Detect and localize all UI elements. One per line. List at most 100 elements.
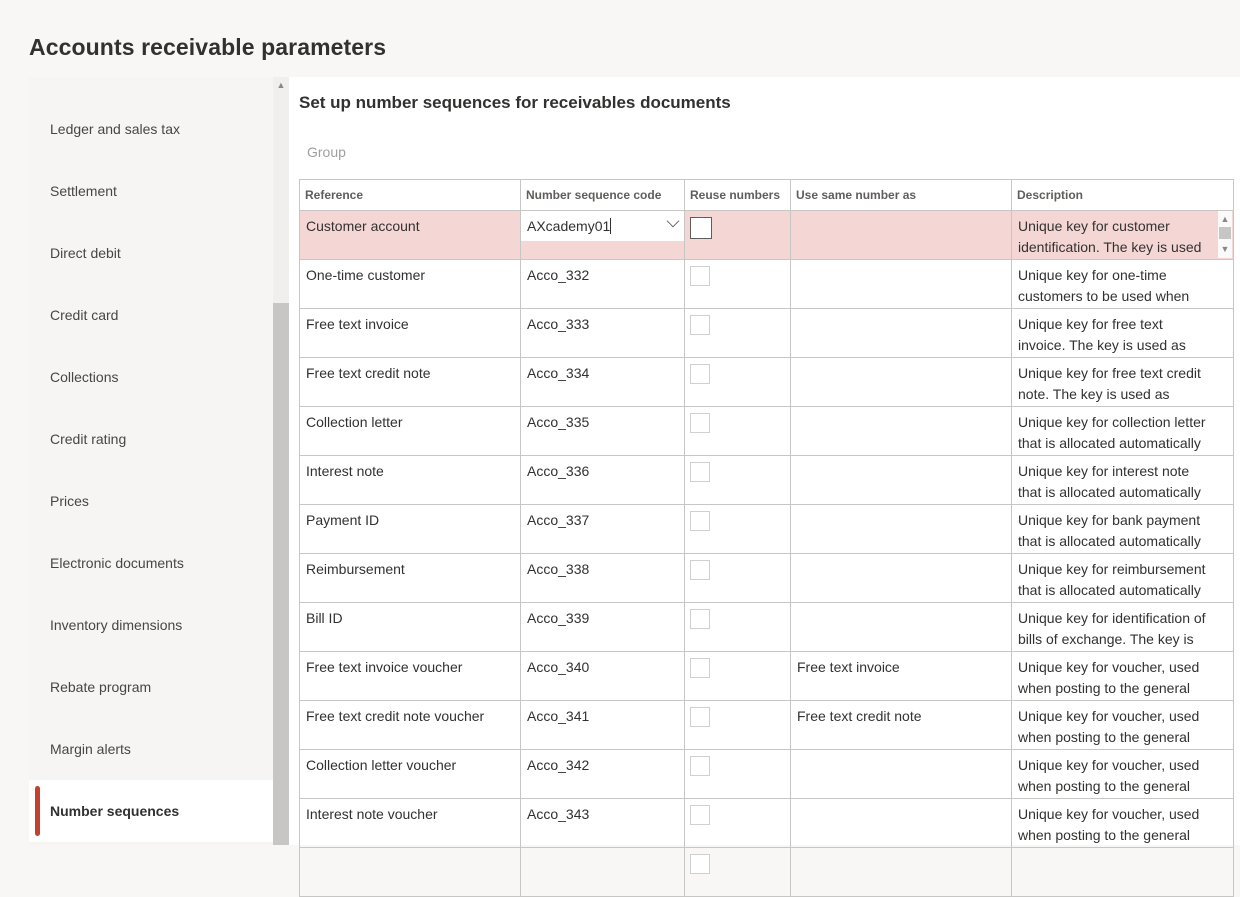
- reference-cell: Collection letter voucher: [300, 750, 521, 798]
- table-row[interactable]: [300, 848, 1234, 897]
- description-cell: Unique key for identification of bills o…: [1012, 603, 1234, 651]
- number-sequence-code-cell[interactable]: AXcademy01: [521, 211, 685, 259]
- number-sequence-code-cell[interactable]: Acco_341: [521, 701, 685, 749]
- number-sequence-code-cell[interactable]: Acco_338: [521, 554, 685, 602]
- description-cell: Unique key for interest note that is all…: [1012, 456, 1234, 504]
- table-row[interactable]: Free text invoice voucher Acco_340 Free …: [300, 652, 1234, 701]
- reuse-numbers-checkbox[interactable]: [690, 560, 710, 580]
- reuse-numbers-cell: [685, 260, 791, 308]
- use-same-number-as-cell[interactable]: [791, 456, 1012, 504]
- sidebar-item-credit-card[interactable]: Credit card: [29, 284, 273, 346]
- reference-cell: Interest note voucher: [300, 799, 521, 847]
- sidebar-item-ledger-and-sales-tax[interactable]: Ledger and sales tax: [29, 98, 273, 160]
- use-same-number-as-cell[interactable]: Free text invoice: [791, 652, 1012, 700]
- description-cell: Unique key for collection letter that is…: [1012, 407, 1234, 455]
- number-sequence-code-cell[interactable]: Acco_340: [521, 652, 685, 700]
- use-same-number-as-cell[interactable]: [791, 848, 1012, 896]
- sidebar-item-direct-debit[interactable]: Direct debit: [29, 222, 273, 284]
- reuse-numbers-checkbox[interactable]: [690, 511, 710, 531]
- reuse-numbers-cell: [685, 652, 791, 700]
- use-same-number-as-cell[interactable]: [791, 554, 1012, 602]
- use-same-number-as-cell[interactable]: [791, 358, 1012, 406]
- table-row[interactable]: Free text credit note Acco_334 Unique ke…: [300, 358, 1234, 407]
- number-sequence-code-cell[interactable]: Acco_334: [521, 358, 685, 406]
- reuse-numbers-checkbox[interactable]: [690, 609, 710, 629]
- section-title: Set up number sequences for receivables …: [299, 93, 731, 112]
- number-sequence-code-cell[interactable]: Acco_332: [521, 260, 685, 308]
- use-same-number-as-cell[interactable]: Free text credit note: [791, 701, 1012, 749]
- table-row[interactable]: Interest note Acco_336 Unique key for in…: [300, 456, 1234, 505]
- table-row[interactable]: Collection letter Acco_335 Unique key fo…: [300, 407, 1234, 456]
- description-text: Unique key for customer identification. …: [1018, 218, 1202, 255]
- number-sequence-code-cell[interactable]: Acco_336: [521, 456, 685, 504]
- reuse-numbers-checkbox[interactable]: [690, 805, 710, 825]
- reference-cell: [300, 848, 521, 896]
- number-sequence-code-cell[interactable]: Acco_337: [521, 505, 685, 553]
- reuse-numbers-checkbox[interactable]: [690, 217, 712, 239]
- use-same-number-as-cell[interactable]: [791, 309, 1012, 357]
- use-same-number-as-cell[interactable]: [791, 407, 1012, 455]
- scroll-down-icon[interactable]: ▼: [1218, 243, 1232, 256]
- reuse-numbers-checkbox[interactable]: [690, 462, 710, 482]
- table-row[interactable]: One-time customer Acco_332 Unique key fo…: [300, 260, 1234, 309]
- sidebar-item-credit-rating[interactable]: Credit rating: [29, 408, 273, 470]
- number-sequence-code-input[interactable]: AXcademy01: [521, 211, 684, 241]
- table-row[interactable]: Payment ID Acco_337 Unique key for bank …: [300, 505, 1234, 554]
- number-sequence-code-cell[interactable]: Acco_339: [521, 603, 685, 651]
- use-same-number-as-cell[interactable]: [791, 750, 1012, 798]
- table-row[interactable]: Free text invoice Acco_333 Unique key fo…: [300, 309, 1234, 358]
- scroll-up-icon[interactable]: ▲: [1218, 213, 1232, 226]
- table-row[interactable]: Bill ID Acco_339 Unique key for identifi…: [300, 603, 1234, 652]
- number-sequence-code-cell[interactable]: Acco_342: [521, 750, 685, 798]
- scrollbar-thumb[interactable]: [1219, 227, 1231, 239]
- table-row[interactable]: Collection letter voucher Acco_342 Uniqu…: [300, 750, 1234, 799]
- sidebar-scrollbar[interactable]: ▲: [273, 77, 289, 845]
- number-sequence-code-cell[interactable]: Acco_335: [521, 407, 685, 455]
- scroll-up-icon[interactable]: ▲: [273, 77, 289, 93]
- description-cell: [1012, 848, 1234, 896]
- number-sequence-code-cell[interactable]: Acco_333: [521, 309, 685, 357]
- use-same-number-as-cell[interactable]: [791, 603, 1012, 651]
- sidebar-item-inventory-dimensions[interactable]: Inventory dimensions: [29, 594, 273, 656]
- sidebar-item-prices[interactable]: Prices: [29, 470, 273, 532]
- table-row[interactable]: Interest note voucher Acco_343 Unique ke…: [300, 799, 1234, 848]
- reuse-numbers-checkbox[interactable]: [690, 266, 710, 286]
- number-sequence-code-cell[interactable]: [521, 848, 685, 896]
- reference-cell: Collection letter: [300, 407, 521, 455]
- sidebar-item-settlement[interactable]: Settlement: [29, 160, 273, 222]
- sidebar-item-number-sequences[interactable]: Number sequences: [29, 780, 273, 842]
- table-row[interactable]: Reimbursement Acco_338 Unique key for re…: [300, 554, 1234, 603]
- column-header-use-same-number-as[interactable]: Use same number as: [791, 180, 1012, 210]
- column-header-reference[interactable]: Reference: [300, 180, 521, 210]
- sidebar-item-collections[interactable]: Collections: [29, 346, 273, 408]
- sidebar-item-electronic-documents[interactable]: Electronic documents: [29, 532, 273, 594]
- sidebar-item-margin-alerts[interactable]: Margin alerts: [29, 718, 273, 780]
- use-same-number-as-cell[interactable]: [791, 505, 1012, 553]
- column-header-number-sequence-code[interactable]: Number sequence code: [521, 180, 685, 210]
- reuse-numbers-cell: [685, 505, 791, 553]
- reuse-numbers-cell: [685, 456, 791, 504]
- column-header-description[interactable]: Description: [1012, 180, 1234, 210]
- description-scrollbar[interactable]: ▲ ▼: [1218, 211, 1232, 258]
- table-row-selected[interactable]: Customer account AXcademy01 Unique key f…: [300, 211, 1234, 260]
- column-header-reuse-numbers[interactable]: Reuse numbers: [685, 180, 791, 210]
- reuse-numbers-checkbox[interactable]: [690, 364, 710, 384]
- use-same-number-as-cell[interactable]: [791, 799, 1012, 847]
- reuse-numbers-checkbox[interactable]: [690, 413, 710, 433]
- sidebar-item-rebate-program[interactable]: Rebate program: [29, 656, 273, 718]
- reuse-numbers-checkbox[interactable]: [690, 707, 710, 727]
- description-cell: Unique key for free text invoice. The ke…: [1012, 309, 1234, 357]
- description-cell: Unique key for customer identification. …: [1012, 211, 1234, 259]
- reuse-numbers-cell: [685, 701, 791, 749]
- use-same-number-as-cell[interactable]: [791, 211, 1012, 259]
- use-same-number-as-cell[interactable]: [791, 260, 1012, 308]
- table-row[interactable]: Free text credit note voucher Acco_341 F…: [300, 701, 1234, 750]
- reuse-numbers-checkbox[interactable]: [690, 854, 710, 874]
- reuse-numbers-checkbox[interactable]: [690, 315, 710, 335]
- reference-cell: Customer account: [300, 211, 521, 259]
- reuse-numbers-checkbox[interactable]: [690, 756, 710, 776]
- number-sequence-code-cell[interactable]: Acco_343: [521, 799, 685, 847]
- reference-cell: Interest note: [300, 456, 521, 504]
- scrollbar-thumb[interactable]: [273, 303, 289, 845]
- reuse-numbers-checkbox[interactable]: [690, 658, 710, 678]
